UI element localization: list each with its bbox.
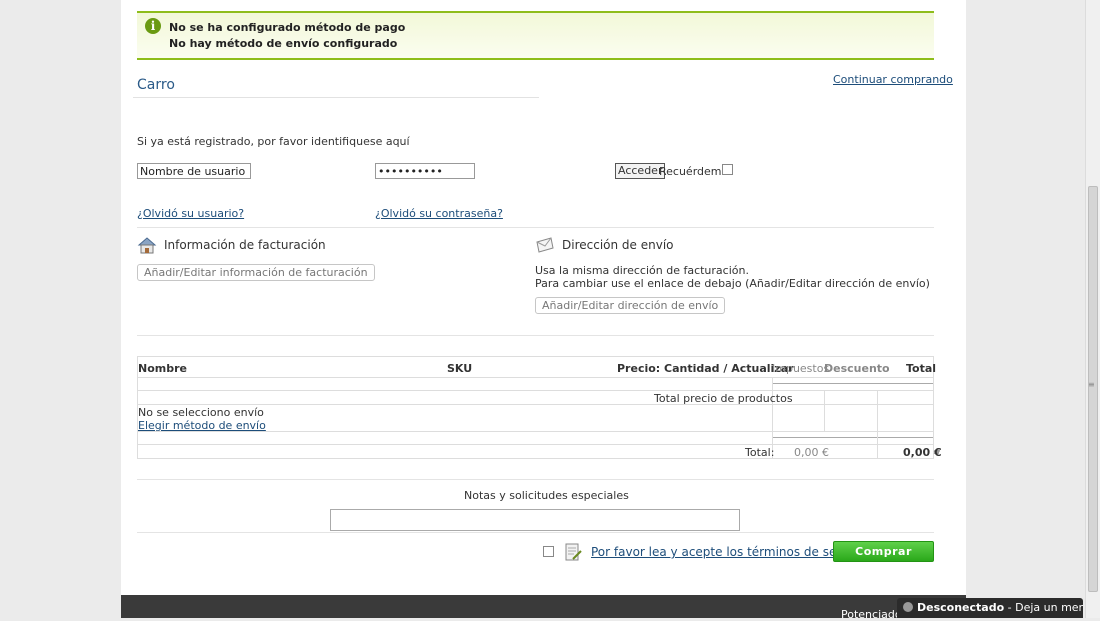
vertical-scrollbar[interactable]: ≡ [1085,0,1100,618]
powered-by-text: Potenciado [841,608,902,621]
divider [137,335,934,336]
scroll-grip-icon: ≡ [1088,380,1095,389]
remember-label: Recuérdeme [659,165,729,178]
info-icon: i [145,18,161,34]
chat-status: Desconectado [917,601,1005,614]
password-input[interactable] [375,163,475,179]
forgot-username-link[interactable]: ¿Olvidó su usuario? [137,207,244,220]
col-header-total: Total [906,362,937,375]
notes-label: Notas y solicitudes especiales [464,489,629,502]
continue-shopping-link[interactable]: Continuar comprando [833,73,953,86]
no-shipping-text: No se selecciono envío [138,406,264,419]
scrollbar-thumb[interactable] [1088,186,1098,592]
col-header-price: Precio: [617,362,661,375]
terms-link[interactable]: Por favor lea y acepte los términos de s… [591,545,873,559]
shipping-note-2: Para cambiar use el enlace de debajo (Añ… [535,277,930,290]
divider [137,479,934,480]
remember-checkbox[interactable] [722,164,733,175]
table-col-divider [877,390,878,458]
notice-shipping: No hay método de envío configurado [169,37,398,50]
col-header-sku: SKU [447,362,473,375]
page-title: Carro [137,77,175,93]
shipping-title: Dirección de envío [562,238,674,252]
notice-box: i No se ha configurado método de pago No… [137,11,934,60]
title-divider [133,97,539,98]
username-input[interactable] [137,163,251,179]
document-icon [565,543,582,561]
table-row-divider [138,404,933,405]
cart-table: Nombre SKU Precio: Cantidad / Actualizar… [137,356,942,459]
col-header-name: Nombre [138,362,187,375]
terms-checkbox[interactable] [543,546,554,557]
divider [137,227,934,228]
login-prompt: Si ya está registrado, por favor identif… [137,135,410,148]
footer-bar: Potenciado [121,595,966,621]
table-row-divider [138,444,933,445]
buy-now-button[interactable]: Comprar ahora [833,541,934,577]
grand-total-value: 0,00 € [903,446,942,459]
notice-payment: No se ha configurado método de pago [169,21,406,34]
table-row-divider [772,383,933,384]
table-col-divider [824,390,825,431]
total-label: Total: [745,446,775,459]
divider [137,532,934,533]
chat-message: - Deja un mensaje [1007,601,1083,614]
billing-title: Información de facturación [164,238,326,252]
forgot-password-link[interactable]: ¿Olvidó su contraseña? [375,207,503,220]
chat-status-icon [903,602,913,612]
col-header-tax: Impuestos [772,362,830,375]
table-row-divider [772,437,933,438]
billing-home-icon [137,237,157,254]
tax-total-value: 0,00 € [794,446,829,459]
table-row-divider [138,377,933,378]
edit-billing-button[interactable]: Añadir/Editar información de facturación [137,264,375,281]
edit-shipping-button[interactable]: Añadir/Editar dirección de envío [535,297,726,314]
notes-textarea[interactable] [330,509,740,531]
table-row-divider [138,390,933,391]
choose-shipping-link[interactable]: Elegir método de envío [138,419,266,432]
shipping-envelope-icon [536,237,554,253]
chat-widget[interactable]: Desconectado - Deja un mensaje [897,598,1083,618]
login-button[interactable]: Acceder [615,163,666,179]
shipping-note-1: Usa la misma dirección de facturación. [535,264,749,277]
col-header-discount: Descuento [824,362,890,375]
page-content: i No se ha configurado método de pago No… [121,0,966,595]
products-total-label: Total precio de productos [654,392,793,405]
